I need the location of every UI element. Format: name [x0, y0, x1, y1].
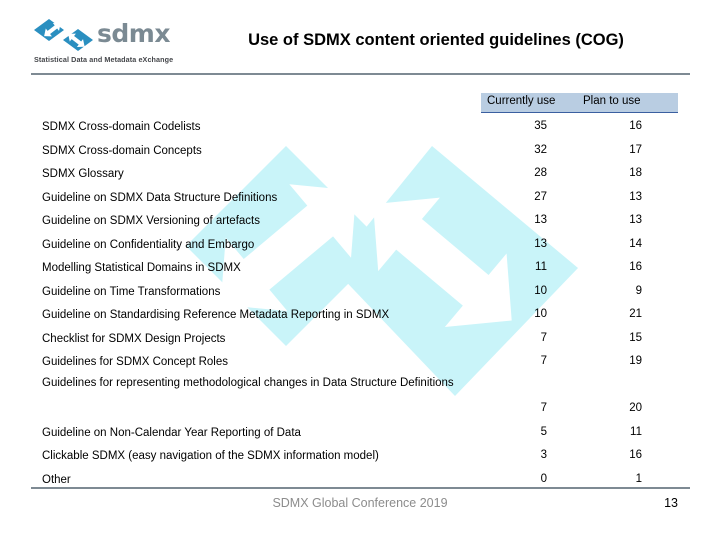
row-label: Guideline on SDMX Versioning of artefact…	[42, 215, 260, 227]
table-row: Guideline on Time Transformations 10 9	[0, 281, 720, 305]
row-label: Other	[42, 473, 71, 486]
table-row: Guideline on SDMX Data Structure Definit…	[0, 187, 720, 211]
cell-currently-use: 27	[534, 190, 547, 203]
page-title: Use of SDMX content oriented guidelines …	[248, 31, 624, 49]
column-header-currently-use: Currently use	[487, 95, 556, 107]
header-divider	[31, 73, 690, 75]
row-label: Guidelines for representing methodologic…	[42, 376, 454, 389]
row-label: Guideline on Confidentiality and Embargo	[42, 238, 255, 251]
cell-currently-use: 7	[540, 401, 547, 414]
cell-currently-use: 0	[540, 472, 547, 485]
footer-divider	[31, 487, 690, 489]
row-label: Guideline on SDMX Data Structure Definit…	[42, 191, 278, 204]
column-header-plan-to-use: Plan to use	[583, 95, 641, 107]
cell-plan-to-use: 17	[629, 143, 642, 156]
row-label: Clickable SDMX (easy navigation of the S…	[42, 450, 379, 462]
cell-currently-use: 35	[534, 120, 547, 132]
table-row: Guideline on Confidentiality and Embargo…	[0, 234, 720, 258]
sdmx-logo: sdmx Statistical Data and Metadata eXcha…	[33, 18, 185, 68]
cell-plan-to-use: 16	[629, 449, 642, 461]
row-label: Checklist for SDMX Design Projects	[42, 332, 226, 345]
table-body: SDMX Cross-domain Codelists 35 16 SDMX Cros…	[0, 116, 720, 492]
table-row: Guideline on Non-Calendar Year Reporting…	[0, 422, 720, 446]
footer-page-number: 13	[664, 496, 678, 510]
cell-plan-to-use: 11	[630, 425, 642, 438]
cell-currently-use: 7	[540, 355, 547, 367]
cell-currently-use: 13	[534, 237, 547, 250]
row-label: Guideline on Non-Calendar Year Reporting…	[42, 426, 301, 439]
sdmx-wordmark: sdmx	[97, 19, 170, 48]
table-row: Guideline on Standardising Reference Met…	[0, 304, 720, 328]
cell-plan-to-use: 18	[629, 167, 642, 179]
table-row: SDMX Cross-domain Codelists 35 16	[0, 116, 720, 140]
table-row: Guidelines for representing methodologic…	[0, 375, 720, 422]
row-label: Guideline on Time Transformations	[42, 285, 221, 298]
table-row: Guideline on SDMX Versioning of artefact…	[0, 210, 720, 234]
cell-currently-use: 28	[534, 167, 547, 179]
row-label: SDMX Cross-domain Codelists	[42, 121, 201, 133]
cell-currently-use: 5	[540, 425, 547, 438]
table-row: Clickable SDMX (easy navigation of the S…	[0, 445, 720, 469]
cell-currently-use: 7	[540, 331, 547, 344]
cell-plan-to-use: 13	[629, 214, 642, 226]
cell-currently-use: 10	[534, 308, 547, 320]
table-row: Guidelines for SDMX Concept Roles 7 19	[0, 351, 720, 375]
sdmx-diamond-arrow-icon	[34, 19, 93, 51]
cell-plan-to-use: 9	[635, 284, 642, 297]
cell-plan-to-use: 14	[629, 237, 642, 250]
row-label: Guideline on Standardising Reference Met…	[42, 309, 390, 321]
row-label: Modelling Statistical Domains in SDMX	[42, 262, 241, 274]
cell-currently-use: 3	[540, 449, 547, 461]
cell-currently-use: 11	[535, 261, 547, 273]
table-row: Modelling Statistical Domains in SDMX 11 1…	[0, 257, 720, 281]
cell-plan-to-use: 13	[629, 190, 642, 203]
table-row: Checklist for SDMX Design Projects 7 15	[0, 328, 720, 352]
slide-header: sdmx Statistical Data and Metadata eXcha…	[0, 0, 720, 78]
row-label: SDMX Cross-domain Concepts	[42, 144, 202, 157]
cell-currently-use: 32	[534, 143, 547, 156]
cell-plan-to-use: 16	[629, 120, 642, 132]
cell-currently-use: 10	[534, 284, 547, 297]
cell-plan-to-use: 19	[629, 355, 642, 367]
cell-plan-to-use: 16	[629, 261, 642, 273]
row-label: SDMX Glossary	[42, 168, 124, 180]
cell-plan-to-use: 21	[629, 308, 642, 320]
cell-currently-use: 13	[534, 214, 547, 226]
table-row: SDMX Glossary 28 18	[0, 163, 720, 187]
cell-plan-to-use: 15	[629, 331, 642, 344]
cell-plan-to-use: 1	[635, 472, 642, 485]
table-row: SDMX Cross-domain Concepts 32 17	[0, 140, 720, 164]
row-label: Guidelines for SDMX Concept Roles	[42, 356, 228, 368]
cell-plan-to-use: 20	[629, 401, 642, 414]
footer-conference-label: SDMX Global Conference 2019	[272, 496, 448, 510]
sdmx-tagline: Statistical Data and Metadata eXchange	[34, 55, 174, 64]
